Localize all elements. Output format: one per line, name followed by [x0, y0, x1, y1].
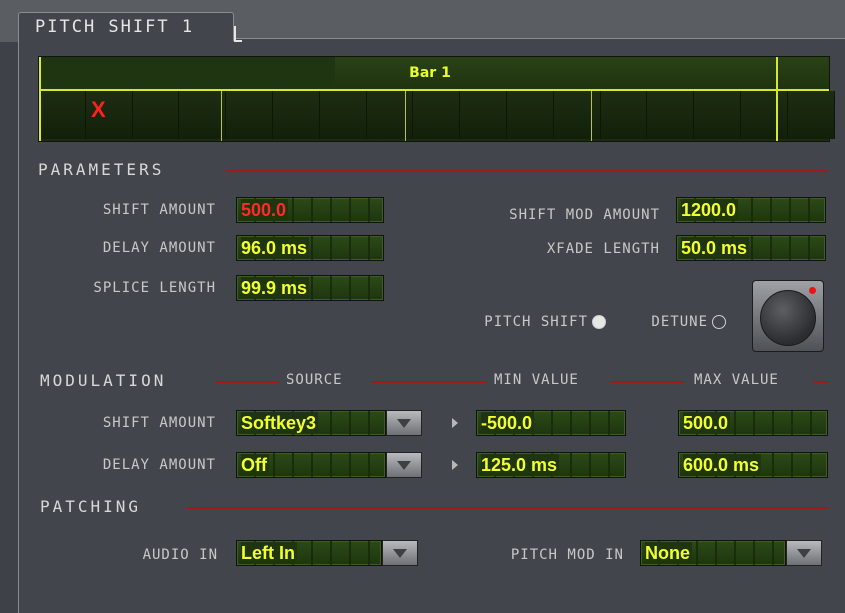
audio-in-value: Left In	[241, 542, 297, 564]
splice-length-label: SPLICE LENGTH	[93, 280, 216, 296]
detune-mode-label: DETUNE	[651, 314, 708, 330]
timeline-step[interactable]	[226, 91, 273, 139]
detune-radio[interactable]	[712, 315, 726, 329]
splice-length-value: 99.9 ms	[241, 277, 310, 299]
mod-shift-source-value: Softkey3	[241, 412, 319, 434]
timeline-step[interactable]	[600, 91, 648, 139]
shift-amount-value: 500.0	[241, 199, 289, 221]
timeline-step[interactable]	[741, 91, 788, 139]
delay-amount-label: DELAY AMOUNT	[102, 240, 216, 256]
pitch-mod-in-select[interactable]: None	[640, 540, 786, 566]
timeline-step[interactable]	[507, 91, 554, 139]
timeline-step[interactable]	[694, 91, 741, 139]
mod-shift-source-select[interactable]: Softkey3	[236, 410, 386, 436]
mod-shift-max-value: 500.0	[683, 412, 731, 434]
mod-delay-source-select[interactable]: Off	[236, 452, 386, 478]
parameters-divider	[226, 170, 828, 172]
timeline-step[interactable]	[413, 91, 461, 139]
tab-pitch-shift-1[interactable]: PITCH SHIFT 1	[18, 12, 234, 41]
modulation-divider-4	[814, 381, 828, 383]
shift-mod-amount-value: 1200.0	[681, 199, 739, 221]
min-value-column-header: MIN VALUE	[494, 372, 579, 388]
source-column-header: SOURCE	[286, 372, 343, 388]
pitch-shift-mode-label: PITCH SHIFT	[484, 314, 588, 330]
timeline-steps[interactable]	[39, 91, 835, 141]
step-marker[interactable]: X	[91, 97, 106, 123]
timeline-step[interactable]	[179, 91, 227, 139]
tab-corner	[234, 26, 242, 42]
modulation-divider-2	[372, 381, 486, 383]
beat-line	[221, 91, 222, 141]
sequencer-timeline[interactable]: Bar 1 X	[38, 56, 835, 142]
chevron-down-icon[interactable]	[386, 452, 422, 478]
xfade-length-field[interactable]: 50.0 ms	[676, 235, 826, 261]
modulation-header: MODULATION	[40, 371, 167, 390]
delay-amount-value: 96.0 ms	[241, 237, 310, 259]
timeline-ruler: Bar 1	[39, 57, 829, 89]
max-value-column-header: MAX VALUE	[694, 372, 779, 388]
chevron-down-icon[interactable]	[382, 540, 418, 566]
timeline-step[interactable]	[39, 91, 86, 139]
mod-shift-max-field[interactable]: 500.0	[678, 410, 828, 436]
mod-delay-max-value: 600.0 ms	[683, 454, 762, 476]
audio-in-label: AUDIO IN	[142, 547, 218, 563]
beat-line	[405, 91, 406, 141]
shift-mod-amount-label: SHIFT MOD AMOUNT	[509, 207, 660, 223]
play-arrow-icon	[452, 418, 458, 428]
xfade-length-value: 50.0 ms	[681, 237, 750, 259]
timeline-step[interactable]	[273, 91, 320, 139]
mod-delay-min-value: 125.0 ms	[481, 454, 560, 476]
mod-delay-amount-label: DELAY AMOUNT	[102, 457, 216, 473]
play-arrow-icon	[452, 460, 458, 470]
tab-label: PITCH SHIFT 1	[35, 17, 195, 37]
audio-in-select[interactable]: Left In	[236, 540, 382, 566]
timeline-step[interactable]	[787, 91, 835, 139]
chevron-down-icon[interactable]	[786, 540, 822, 566]
timeline-step[interactable]	[319, 91, 367, 139]
timeline-end-line	[776, 57, 778, 141]
knob-dial	[760, 290, 816, 346]
parameters-header: PARAMETERS	[38, 160, 165, 179]
delay-amount-field[interactable]: 96.0 ms	[236, 235, 384, 261]
patching-header: PATCHING	[40, 497, 142, 516]
mode-toggle-knob[interactable]	[752, 280, 824, 352]
pitch-mod-in-label: PITCH MOD IN	[510, 547, 624, 563]
mod-delay-max-field[interactable]: 600.0 ms	[678, 452, 828, 478]
timeline-step[interactable]	[132, 91, 180, 139]
timeline-step[interactable]	[647, 91, 695, 139]
timeline-start-line	[39, 57, 41, 141]
mod-shift-min-field[interactable]: -500.0	[476, 410, 626, 436]
timeline-step[interactable]	[366, 91, 414, 139]
xfade-length-label: XFADE LENGTH	[546, 241, 660, 257]
chevron-down-icon[interactable]	[386, 410, 422, 436]
splice-length-field[interactable]: 99.9 ms	[236, 275, 384, 301]
mod-delay-min-field[interactable]: 125.0 ms	[476, 452, 626, 478]
beat-line	[591, 91, 592, 141]
timeline-step[interactable]	[553, 91, 601, 139]
shift-mod-amount-field[interactable]: 1200.0	[676, 197, 826, 223]
timeline-step[interactable]	[460, 91, 507, 139]
mod-delay-source-value: Off	[241, 454, 269, 476]
modulation-divider-3	[610, 381, 684, 383]
mod-shift-min-value: -500.0	[481, 412, 535, 434]
patching-divider	[186, 507, 828, 509]
pitch-shift-radio[interactable]	[592, 315, 606, 329]
shift-amount-label: SHIFT AMOUNT	[102, 202, 216, 218]
mod-shift-amount-label: SHIFT AMOUNT	[102, 415, 216, 431]
knob-led-indicator	[809, 287, 816, 294]
shift-amount-field[interactable]: 500.0	[236, 197, 384, 223]
bar-label: Bar 1	[409, 65, 451, 81]
modulation-divider-1	[216, 381, 278, 383]
pitch-mod-in-value: None	[645, 542, 692, 564]
